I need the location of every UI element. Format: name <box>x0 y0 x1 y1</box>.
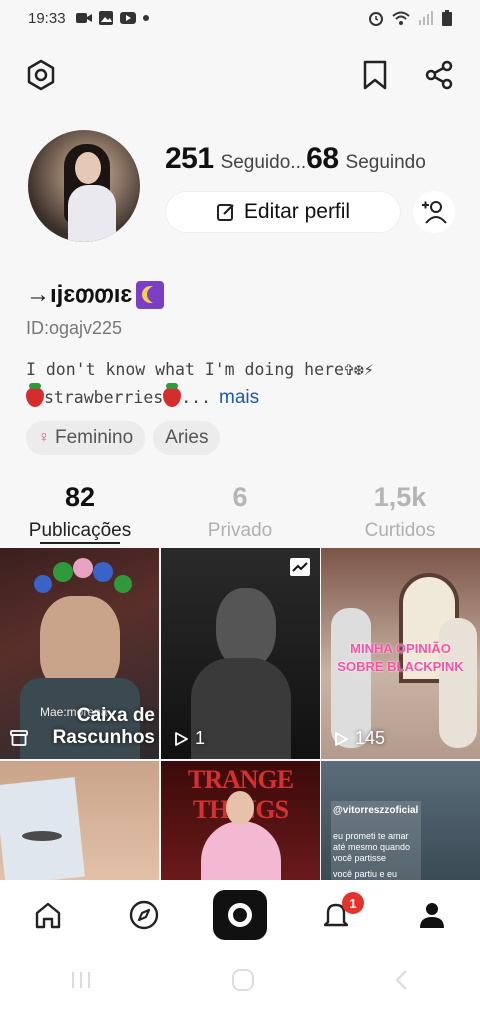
add-friend-button[interactable] <box>413 191 455 233</box>
drafts-title: Caixa de Rascunhos <box>52 705 155 748</box>
nav-home[interactable] <box>0 880 96 950</box>
followers-label[interactable]: Seguido... <box>221 152 307 174</box>
following-label[interactable]: Seguindo <box>346 152 426 174</box>
status-time: 19:33 <box>28 9 66 27</box>
bio-line-1: I don't know what I'm doing here✞❆⚡ <box>26 360 374 379</box>
trend-icon <box>290 558 310 576</box>
bio-ellipsis: ... <box>181 388 212 407</box>
post-text: eu prometi te amar até mesmo quando você… <box>333 831 411 863</box>
post-cell[interactable]: 1 <box>161 548 320 759</box>
alarm-icon <box>369 12 383 26</box>
active-tab-indicator <box>40 542 120 544</box>
tab-publicacoes-label: Publicações <box>28 520 132 541</box>
status-notification-icons <box>75 11 149 25</box>
status-bar: 19:33 <box>0 0 480 36</box>
nav-record[interactable] <box>192 880 288 950</box>
status-system-icons <box>368 10 452 26</box>
home-circle-icon[interactable] <box>230 967 256 993</box>
dot-icon <box>142 15 149 21</box>
nav-explore[interactable] <box>96 880 192 950</box>
profile-tabs: 82 Publicações 6 Privado 1,5k Curtidos <box>0 482 480 546</box>
profile-stats: 251 Seguido... 68 Seguindo <box>165 142 426 176</box>
crescent-moon-icon <box>136 280 165 309</box>
strawberry-icon <box>163 383 182 407</box>
system-navigation-bar <box>0 950 480 1010</box>
post-cell[interactable]: @vitorresz​zoficial eu prometi te amar a… <box>321 761 480 881</box>
post-views-count: 145 <box>355 728 386 748</box>
edit-profile-button[interactable]: Editar perfil <box>166 192 400 232</box>
nav-profile[interactable] <box>384 880 480 950</box>
gallery-icon <box>98 11 113 25</box>
signal-icon <box>419 11 433 25</box>
following-count[interactable]: 68 <box>306 142 339 176</box>
profile-icon <box>420 903 444 928</box>
bio-line-2: strawberries... mais <box>26 383 456 412</box>
record-button[interactable] <box>213 890 267 940</box>
username-text: →ıjɛთთıɛ <box>26 281 133 308</box>
post-cell[interactable]: TRANGE THINGS <box>161 761 320 881</box>
post-views: 1 <box>173 728 205 749</box>
bookmark-button[interactable] <box>358 58 392 92</box>
tab-privado-label: Privado <box>207 520 273 541</box>
tag-zodiac-label: Aries <box>165 427 209 448</box>
profile-avatar[interactable] <box>28 130 140 242</box>
camera-record-icon <box>228 903 252 927</box>
share-icon <box>425 60 453 90</box>
post-handle: @vitorresz​zoficial <box>333 805 419 816</box>
share-button[interactable] <box>422 58 456 92</box>
back-icon[interactable] <box>392 968 412 992</box>
strawberry-icon <box>26 383 44 407</box>
tab-publicacoes[interactable]: 82 Publicações <box>0 482 160 542</box>
youtube-icon <box>119 12 136 24</box>
bio-line-2-text: strawberries <box>44 388 164 407</box>
profile-bio: I don't know what I'm doing here✞❆⚡ stra… <box>26 356 456 412</box>
add-user-icon <box>422 201 447 224</box>
bottom-navigation: 1 <box>0 880 480 950</box>
post-text-end: você partiu e eu <box>333 869 398 879</box>
post-cell[interactable]: MINHA OPINIÃO SOBRE BLACKPINK 145 <box>321 548 480 759</box>
notification-badge: 1 <box>342 892 364 914</box>
bio-more-link[interactable]: mais <box>219 387 259 408</box>
nav-notifications[interactable]: 1 <box>288 880 384 950</box>
home-icon <box>35 902 61 929</box>
female-icon: ♀ <box>38 429 50 446</box>
profile-top-actions <box>24 58 456 94</box>
bookmark-icon <box>363 60 387 90</box>
edit-profile-label: Editar perfil <box>243 200 351 223</box>
video-icon <box>75 13 92 23</box>
hexagon-settings-icon <box>27 59 55 91</box>
post-caption: MINHA OPINIÃO SOBRE BLACKPINK <box>337 641 464 674</box>
battery-icon <box>442 10 452 26</box>
tab-curtidos[interactable]: 1,5k Curtidos <box>320 482 480 542</box>
post-views-count: 1 <box>195 728 206 748</box>
play-icon <box>335 731 348 746</box>
profile-username: →ıjɛთთıɛ <box>26 280 165 309</box>
tab-curtidos-label: Curtidos <box>364 520 436 541</box>
profile-tags: ♀ Feminino Aries <box>26 421 221 455</box>
tab-privado[interactable]: 6 Privado <box>160 482 320 542</box>
wifi-icon <box>392 11 410 25</box>
settings-button[interactable] <box>24 58 58 92</box>
tab-publicacoes-count: 82 <box>64 482 96 512</box>
compass-icon <box>129 900 159 930</box>
followers-count[interactable]: 251 <box>165 142 214 176</box>
archive-icon <box>10 730 28 746</box>
post-views: 145 <box>333 728 385 749</box>
drafts-cell[interactable]: Mae:morena Caixa de Rascunhos <box>0 548 159 759</box>
tag-gender[interactable]: ♀ Feminino <box>26 421 146 455</box>
recent-apps-icon[interactable] <box>68 968 94 992</box>
edit-icon <box>216 204 234 221</box>
tag-gender-label: Feminino <box>55 427 134 448</box>
play-icon <box>175 731 188 746</box>
tab-privado-count: 6 <box>232 482 248 512</box>
post-cell[interactable] <box>0 761 159 881</box>
profile-user-id: ID:ogajv225 <box>26 318 123 338</box>
tab-curtidos-count: 1,5k <box>373 482 427 512</box>
tag-zodiac[interactable]: Aries <box>153 421 221 455</box>
